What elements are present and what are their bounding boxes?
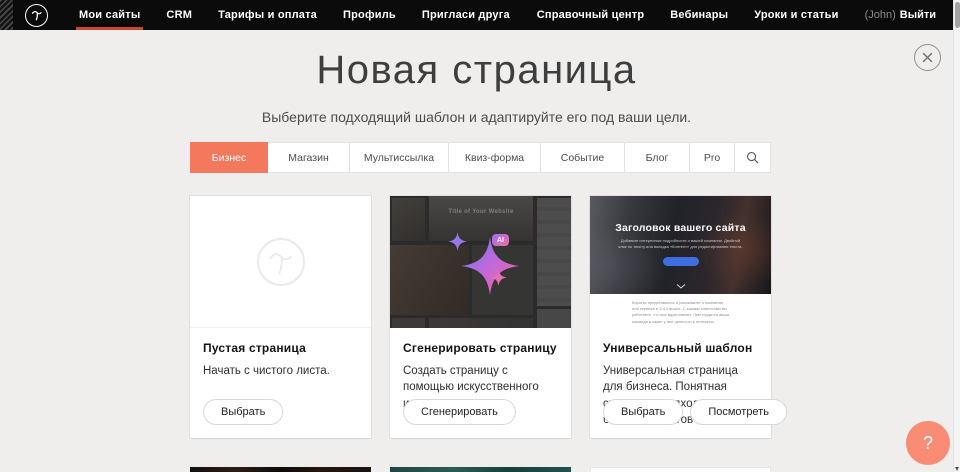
nav-webinars[interactable]: Вебинары	[657, 0, 741, 30]
ai-badge: AI	[492, 234, 509, 246]
tab-label: Pro	[704, 152, 720, 164]
template-hero: Заголовок вашего сайта Добавьте интересн…	[590, 196, 771, 294]
view-universal-button[interactable]: Посмотреть	[690, 399, 787, 425]
nav-label: Пригласи друга	[422, 9, 510, 21]
nav-label: Уроки и статьи	[754, 9, 838, 21]
tab-event[interactable]: Событие	[541, 143, 625, 172]
nav-my-sites[interactable]: Мои сайты	[66, 0, 153, 30]
tab-blog[interactable]: Блог	[625, 143, 690, 172]
nav-help-center[interactable]: Справочный центр	[524, 0, 658, 30]
nav-label: Профиль	[343, 9, 396, 21]
card-title: Сгенерировать страницу	[403, 341, 558, 355]
card-title: Пустая страница	[203, 341, 358, 355]
template-category-tabs: Бизнес Магазин Мультиссылка Квиз-форма С…	[190, 142, 771, 173]
tab-shop[interactable]: Магазин	[268, 143, 350, 172]
card-buttons: Сгенерировать	[403, 399, 516, 425]
tab-label: Магазин	[288, 152, 329, 164]
template-cards-row: Пустая страница Начать с чистого листа. …	[190, 196, 771, 438]
help-button[interactable]: ?	[906, 421, 950, 465]
template-body-section: Коротко представьтесь и расскажите о ком…	[590, 294, 771, 328]
topbar: Мои сайты CRM Тарифы и оплата Профиль Пр…	[0, 0, 953, 30]
ai-sparkle-icon	[459, 237, 521, 295]
main-nav: Мои сайты CRM Тарифы и оплата Профиль Пр…	[66, 0, 523, 30]
logout-label: Выйти	[900, 9, 936, 21]
generate-button[interactable]: Сгенерировать	[403, 399, 516, 425]
tab-quiz-form[interactable]: Квиз-форма	[449, 143, 541, 172]
nav-profile[interactable]: Профиль	[330, 0, 409, 30]
template-preview-strip	[190, 467, 371, 472]
ai-preview-collage: Title of Your Website	[390, 196, 571, 328]
background-texture	[0, 0, 13, 30]
card-buttons: Выбрать Посмотреть	[603, 399, 787, 425]
tab-label: Бизнес	[212, 152, 246, 164]
nav-lessons[interactable]: Уроки и статьи	[741, 0, 851, 30]
user-name: (John)	[865, 9, 896, 21]
nav-label: Вебинары	[670, 9, 728, 21]
template-card-ai-generate: Title of Your Website	[390, 196, 571, 438]
nav-label: CRM	[166, 9, 192, 21]
universal-template-preview: Заголовок вашего сайта Добавьте интересн…	[590, 196, 771, 328]
card-info: Пустая страница Начать с чистого листа.	[190, 328, 371, 379]
nav-tariffs[interactable]: Тарифы и оплата	[205, 0, 330, 30]
tab-label: Квиз-форма	[465, 152, 524, 164]
search-icon	[746, 151, 759, 164]
next-row-previews	[190, 467, 771, 472]
page-title: Новая страница	[0, 48, 953, 93]
tab-pro[interactable]: Pro	[690, 143, 735, 172]
chevron-down-icon	[676, 284, 685, 289]
nav-label: Тарифы и оплата	[218, 9, 317, 21]
small-sparkle-icon	[490, 269, 507, 286]
page-subtitle: Выберите подходящий шаблон и адаптируйте…	[0, 109, 953, 125]
tilda-watermark-icon	[257, 238, 305, 286]
scrollbar-down-arrow[interactable]	[955, 467, 959, 471]
scrollbar[interactable]	[953, 0, 960, 472]
choose-blank-button[interactable]: Выбрать	[203, 399, 283, 425]
tab-label: Мультиссылка	[364, 152, 434, 164]
tilda-logo[interactable]	[25, 4, 48, 27]
secondary-nav: Справочный центр Вебинары Уроки и статьи…	[524, 0, 949, 30]
blank-page-preview	[190, 196, 371, 328]
template-card-blank-page: Пустая страница Начать с чистого листа. …	[190, 196, 371, 438]
nav-label: Справочный центр	[537, 9, 645, 21]
card-title: Универсальный шаблон	[603, 341, 758, 355]
tab-business[interactable]: Бизнес	[190, 142, 268, 173]
choose-universal-button[interactable]: Выбрать	[603, 399, 683, 425]
tab-label: Событие	[561, 152, 605, 164]
card-buttons: Выбрать	[203, 399, 283, 425]
template-hero-title: Заголовок вашего сайта	[590, 222, 771, 234]
template-preview-strip	[390, 467, 571, 472]
card-description: Начать с чистого листа.	[203, 363, 358, 379]
tab-multilink[interactable]: Мультиссылка	[350, 143, 449, 172]
tilda-logo-icon	[28, 6, 46, 24]
template-body-text: Коротко представьтесь и расскажите о ком…	[632, 300, 730, 325]
nav-crm[interactable]: CRM	[153, 0, 205, 30]
template-preview-strip	[590, 467, 771, 472]
scrollbar-thumb[interactable]	[955, 2, 960, 28]
nav-invite-friend[interactable]: Пригласи друга	[409, 0, 523, 30]
logout-link[interactable]: (John) Выйти	[852, 9, 949, 21]
template-hero-subtitle: Добавьте интересные подробности о вашей …	[617, 238, 745, 251]
hero-cta-button	[663, 257, 699, 266]
small-sparkle-icon	[448, 232, 467, 251]
nav-label: Мои сайты	[79, 9, 140, 21]
tab-label: Блог	[646, 152, 669, 164]
search-tab[interactable]	[735, 143, 770, 172]
template-card-universal: Заголовок вашего сайта Добавьте интересн…	[590, 196, 771, 438]
